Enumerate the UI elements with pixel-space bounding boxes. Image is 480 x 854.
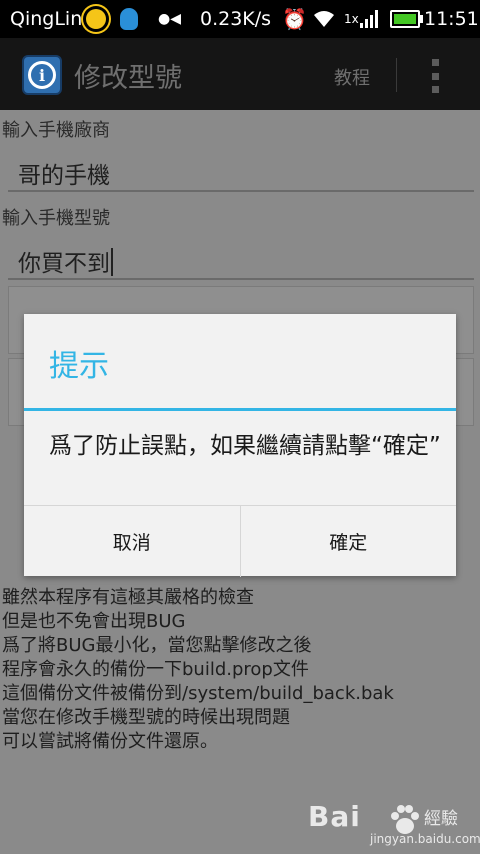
dialog-message: 爲了防止誤點，如果繼續請點擊“確定” [49, 433, 441, 459]
manufacturer-input[interactable]: 哥的手機 [18, 156, 110, 190]
dialog-title: 提示 [49, 349, 109, 384]
weather-sunny-icon [86, 0, 106, 38]
cancel-button[interactable]: 取消 [24, 506, 240, 577]
wifi-icon [312, 0, 336, 38]
watermark-url: jingyan.baidu.com [370, 832, 480, 846]
model-input-value: 你買不到 [18, 251, 110, 277]
alert-dialog: 提示 爲了防止誤點，如果繼續請點擊“確定” 取消 確定 [24, 314, 456, 577]
qq-icon [120, 0, 138, 38]
note-line: 當您在修改手機型號的時候出現問題 [2, 707, 290, 728]
model-input[interactable]: 你買不到 [18, 244, 113, 278]
note-line: 可以嘗試將備份文件還原。 [2, 731, 218, 752]
overflow-menu-icon[interactable] [432, 59, 442, 93]
confirm-button[interactable]: 確定 [239, 506, 457, 577]
watermark-brand: Bai [308, 800, 361, 833]
text-cursor [111, 248, 113, 276]
status-bar: QingLin ●◀ 0.23K/s ⏰ 1x 11:51 [0, 0, 480, 38]
action-bar: i 修改型號 教程 [0, 38, 480, 110]
info-icon[interactable]: i [22, 55, 62, 95]
page-title: 修改型號 [74, 63, 182, 94]
model-label: 輸入手機型號 [2, 208, 110, 229]
note-line: 雖然本程序有這極其嚴格的檢查 [2, 587, 254, 608]
transfer-icon: ●◀ [158, 11, 181, 27]
model-underline [8, 278, 474, 280]
notes-text: 雖然本程序有這極其嚴格的檢查 但是也不免會出現BUG 爲了將BUG最小化，當您點… [2, 586, 394, 754]
battery-icon [390, 0, 423, 38]
alarm-icon: ⏰ [282, 7, 307, 31]
baidu-watermark: Bai 經驗 jingyan.baidu.com [300, 796, 480, 854]
note-line: 但是也不免會出現BUG [2, 611, 186, 632]
dialog-button-bar: 取消 確定 [24, 505, 456, 577]
network-speed: 0.23K/s [200, 8, 272, 30]
network-type: 1x [344, 12, 359, 26]
manufacturer-underline [8, 190, 474, 192]
note-line: 爲了將BUG最小化，當您點擊修改之後 [2, 635, 312, 656]
dialog-title-divider [24, 408, 456, 411]
signal-icon [360, 0, 378, 38]
baidu-paw-icon [391, 805, 419, 834]
note-line: 這個備份文件被備份到/system/build_back.bak [2, 683, 394, 704]
carrier-name: QingLin [10, 8, 83, 30]
manufacturer-label: 輸入手機廠商 [2, 120, 110, 141]
action-divider [396, 58, 397, 92]
tutorial-button[interactable]: 教程 [334, 64, 370, 90]
note-line: 程序會永久的備份一下build.prop文件 [2, 659, 309, 680]
clock: 11:51 [424, 8, 479, 30]
watermark-suffix: 經驗 [424, 809, 458, 829]
